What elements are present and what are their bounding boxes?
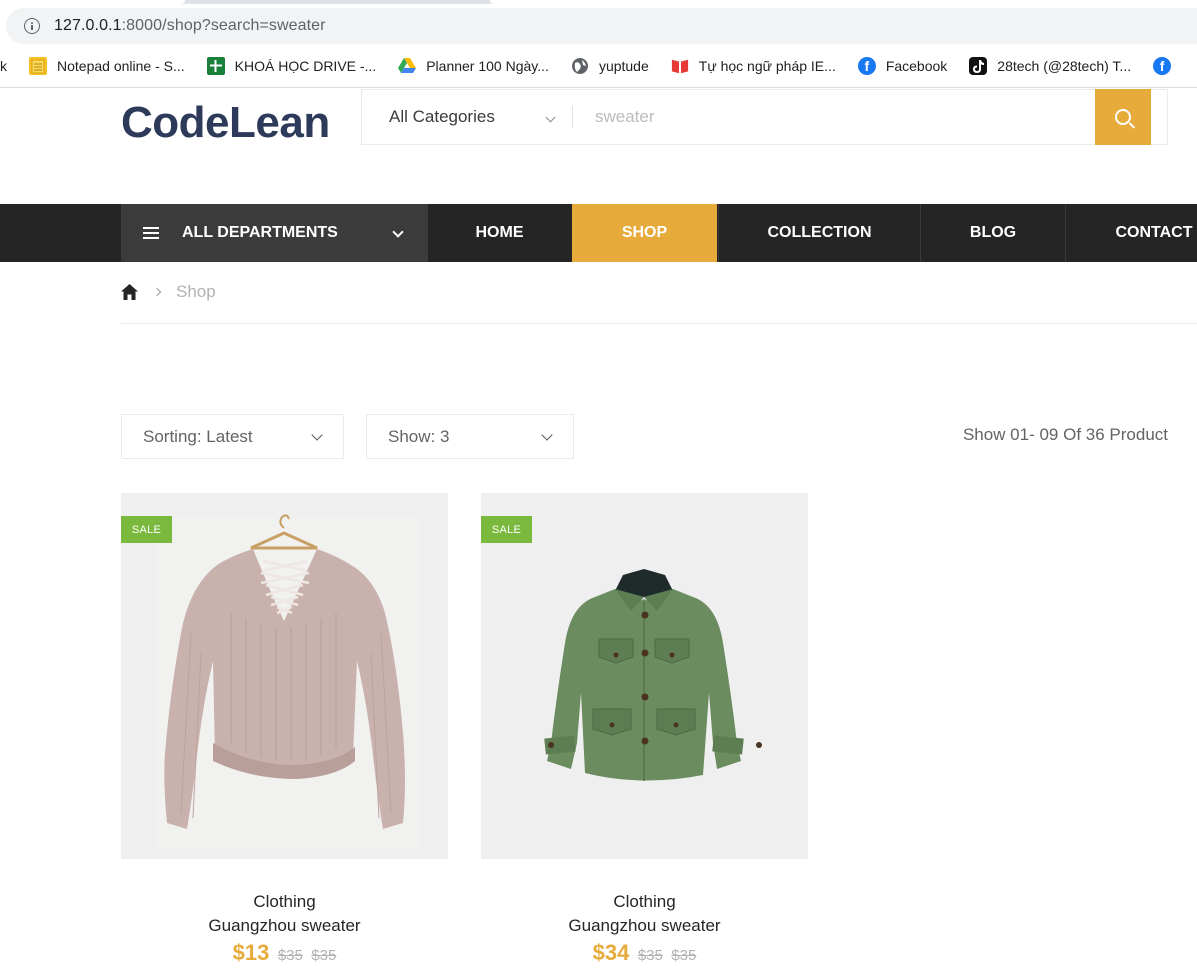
nav-blog[interactable]: BLOG bbox=[921, 204, 1065, 262]
category-select[interactable]: All Categories bbox=[362, 90, 572, 144]
chevron-down-icon bbox=[541, 429, 553, 441]
home-icon[interactable] bbox=[121, 284, 138, 300]
search-input[interactable] bbox=[573, 90, 1095, 144]
product-card[interactable]: SALE Clothing Guangzhou sweater $13 $35 … bbox=[121, 493, 448, 966]
chevron-down-icon bbox=[311, 429, 323, 441]
facebook-icon: f bbox=[857, 57, 876, 75]
product-name[interactable]: Guangzhou sweater bbox=[121, 916, 448, 936]
old-price: $35 bbox=[311, 947, 337, 964]
bookmark-notepad[interactable]: Notepad online - S... bbox=[29, 57, 185, 75]
current-price: $13 bbox=[232, 940, 270, 965]
bookmark-planner[interactable]: Planner 100 Ngày... bbox=[398, 57, 549, 75]
bookmark-yuptude[interactable]: yuptude bbox=[571, 57, 649, 75]
book-icon bbox=[671, 57, 689, 75]
nav-shop[interactable]: SHOP bbox=[572, 204, 717, 262]
site-info-icon[interactable] bbox=[24, 18, 40, 34]
product-count: Show 01- 09 Of 36 Product bbox=[962, 425, 1168, 444]
product-card[interactable]: SALE Clothing Guangzhou sweater $34 $35 … bbox=[481, 493, 808, 966]
bookmark-facebook-cut[interactable]: f bbox=[1153, 57, 1181, 75]
bookmark-grammar[interactable]: Tự học ngữ pháp IE... bbox=[671, 57, 836, 75]
product-image[interactable]: SALE bbox=[121, 493, 448, 859]
search-button[interactable] bbox=[1095, 88, 1151, 145]
product-image[interactable]: SALE bbox=[481, 493, 808, 859]
main-nav: ALL DEPARTMENTS HOME SHOP COLLECTION BLO… bbox=[0, 204, 1197, 262]
sweater-image bbox=[156, 514, 418, 848]
chevron-right-icon bbox=[152, 287, 162, 297]
bookmark-tiktok[interactable]: 28tech (@28tech) T... bbox=[969, 57, 1131, 75]
breadcrumb: Shop bbox=[121, 282, 216, 302]
tiktok-icon bbox=[969, 57, 988, 75]
nav-home[interactable]: HOME bbox=[428, 204, 571, 262]
breadcrumb-current: Shop bbox=[176, 282, 216, 301]
browser-chrome: 127.0.0.1:8000/shop?search=sweater k Not… bbox=[0, 0, 1197, 88]
nav-collection[interactable]: COLLECTION bbox=[719, 204, 920, 262]
product-price: $13 $35 $35 bbox=[121, 940, 448, 966]
old-price: $35 bbox=[637, 947, 663, 964]
old-price: $35 bbox=[671, 947, 697, 964]
product-category: Clothing bbox=[613, 892, 676, 911]
category-label: All Categories bbox=[389, 107, 495, 126]
product-name[interactable]: Guangzhou sweater bbox=[481, 916, 808, 936]
departments-label: ALL DEPARTMENTS bbox=[182, 224, 338, 241]
drive-icon bbox=[398, 57, 417, 75]
search-icon bbox=[1115, 108, 1131, 125]
facebook-icon: f bbox=[1153, 57, 1172, 75]
tab-strip bbox=[0, 0, 1197, 4]
url-text[interactable]: 127.0.0.1:8000/shop?search=sweater bbox=[54, 17, 326, 35]
sorting-select[interactable]: Sorting: Latest bbox=[121, 414, 344, 459]
address-bar[interactable]: 127.0.0.1:8000/shop?search=sweater bbox=[6, 8, 1197, 44]
all-departments-dropdown[interactable]: ALL DEPARTMENTS bbox=[121, 204, 428, 262]
sheets-icon bbox=[206, 57, 225, 75]
search-bar: All Categories bbox=[361, 88, 1168, 145]
site-logo[interactable]: CodeLean bbox=[121, 98, 330, 148]
chevron-down-icon bbox=[545, 112, 556, 123]
menu-icon bbox=[143, 227, 159, 239]
chevron-down-icon bbox=[392, 226, 404, 238]
sale-badge: SALE bbox=[481, 516, 532, 543]
old-price: $35 bbox=[277, 947, 303, 964]
product-price: $34 $35 $35 bbox=[481, 940, 808, 966]
bookmark-drive-course[interactable]: KHOÁ HỌC DRIVE -... bbox=[206, 57, 376, 75]
notepad-icon bbox=[29, 57, 47, 75]
nav-contact[interactable]: CONTACT bbox=[1066, 204, 1197, 262]
sale-badge: SALE bbox=[121, 516, 172, 543]
bookmark-facebook[interactable]: f Facebook bbox=[857, 57, 947, 75]
product-category: Clothing bbox=[253, 892, 316, 911]
jacket-image bbox=[544, 569, 762, 781]
show-count-select[interactable]: Show: 3 bbox=[366, 414, 574, 459]
bookmark-truncated[interactable]: k bbox=[0, 58, 7, 74]
bookmarks-bar: k Notepad online - S... KHOÁ HỌC DRIVE -… bbox=[0, 50, 1197, 82]
globe-icon bbox=[571, 57, 589, 75]
current-price: $34 bbox=[592, 940, 630, 965]
